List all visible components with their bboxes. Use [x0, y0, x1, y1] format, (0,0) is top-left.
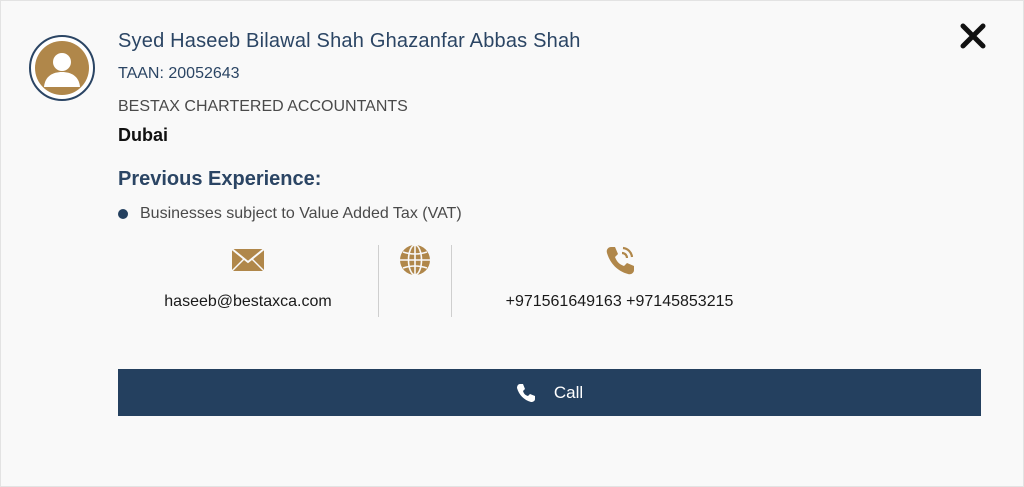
envelope-icon [231, 248, 265, 272]
call-button-label: Call [553, 382, 584, 402]
advisor-name: Syed Haseeb Bilawal Shah Ghazanfar Abbas… [118, 30, 581, 52]
email-contact[interactable]: haseeb@bestaxca.com [118, 241, 378, 319]
list-item: Businesses subject to Value Added Tax (V… [118, 205, 462, 223]
experience-item-label: Businesses subject to Value Added Tax (V… [140, 205, 462, 222]
close-icon[interactable] [956, 19, 990, 53]
previous-experience-heading: Previous Experience: [118, 168, 322, 190]
contact-modal: Syed Haseeb Bilawal Shah Ghazanfar Abbas… [0, 0, 1024, 487]
website-contact[interactable] [379, 241, 451, 319]
company-name: BESTAX CHARTERED ACCOUNTANTS [118, 98, 408, 115]
avatar [29, 35, 95, 101]
phone-contact[interactable]: +971561649163 +97145853215 [452, 241, 787, 319]
globe-icon[interactable] [398, 243, 432, 277]
phone-numbers[interactable]: +971561649163 +97145853215 [506, 293, 734, 311]
phone-icon [516, 383, 536, 403]
bullet-icon [118, 209, 128, 219]
taan-number: TAAN: 20052643 [118, 65, 240, 82]
phone-ringing-icon [606, 246, 634, 275]
email-link[interactable]: haseeb@bestaxca.com [164, 293, 331, 311]
user-avatar-icon [35, 41, 89, 95]
call-button[interactable]: Call [118, 369, 981, 416]
city: Dubai [118, 125, 169, 145]
